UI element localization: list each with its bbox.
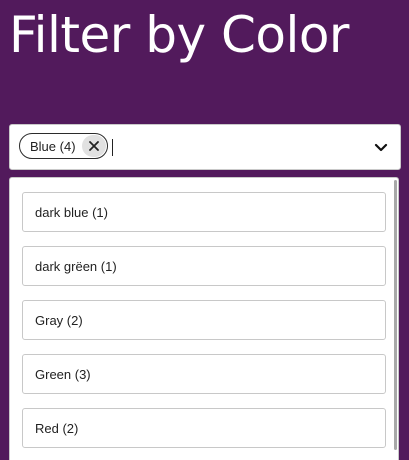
dropdown-toggle-button[interactable] <box>372 138 390 156</box>
option-dark-green[interactable]: dark grëen (1) <box>22 246 386 286</box>
color-options-listbox[interactable]: dark blue (1) dark grëen (1) Gray (2) Gr… <box>9 177 399 460</box>
chevron-down-icon <box>374 143 388 151</box>
page-title: Filter by Color <box>9 6 350 64</box>
selected-color-chip: Blue (4) <box>19 133 108 159</box>
remove-chip-button[interactable] <box>81 135 106 157</box>
option-dark-blue[interactable]: dark blue (1) <box>22 192 386 232</box>
listbox-scrollbar[interactable] <box>394 180 397 450</box>
option-gray[interactable]: Gray (2) <box>22 300 386 340</box>
color-filter-combobox[interactable]: Blue (4) <box>9 124 401 170</box>
option-green[interactable]: Green (3) <box>22 354 386 394</box>
selected-color-chip-label: Blue (4) <box>30 138 76 154</box>
option-red[interactable]: Red (2) <box>22 408 386 448</box>
close-icon <box>88 141 99 151</box>
text-cursor <box>112 139 113 156</box>
